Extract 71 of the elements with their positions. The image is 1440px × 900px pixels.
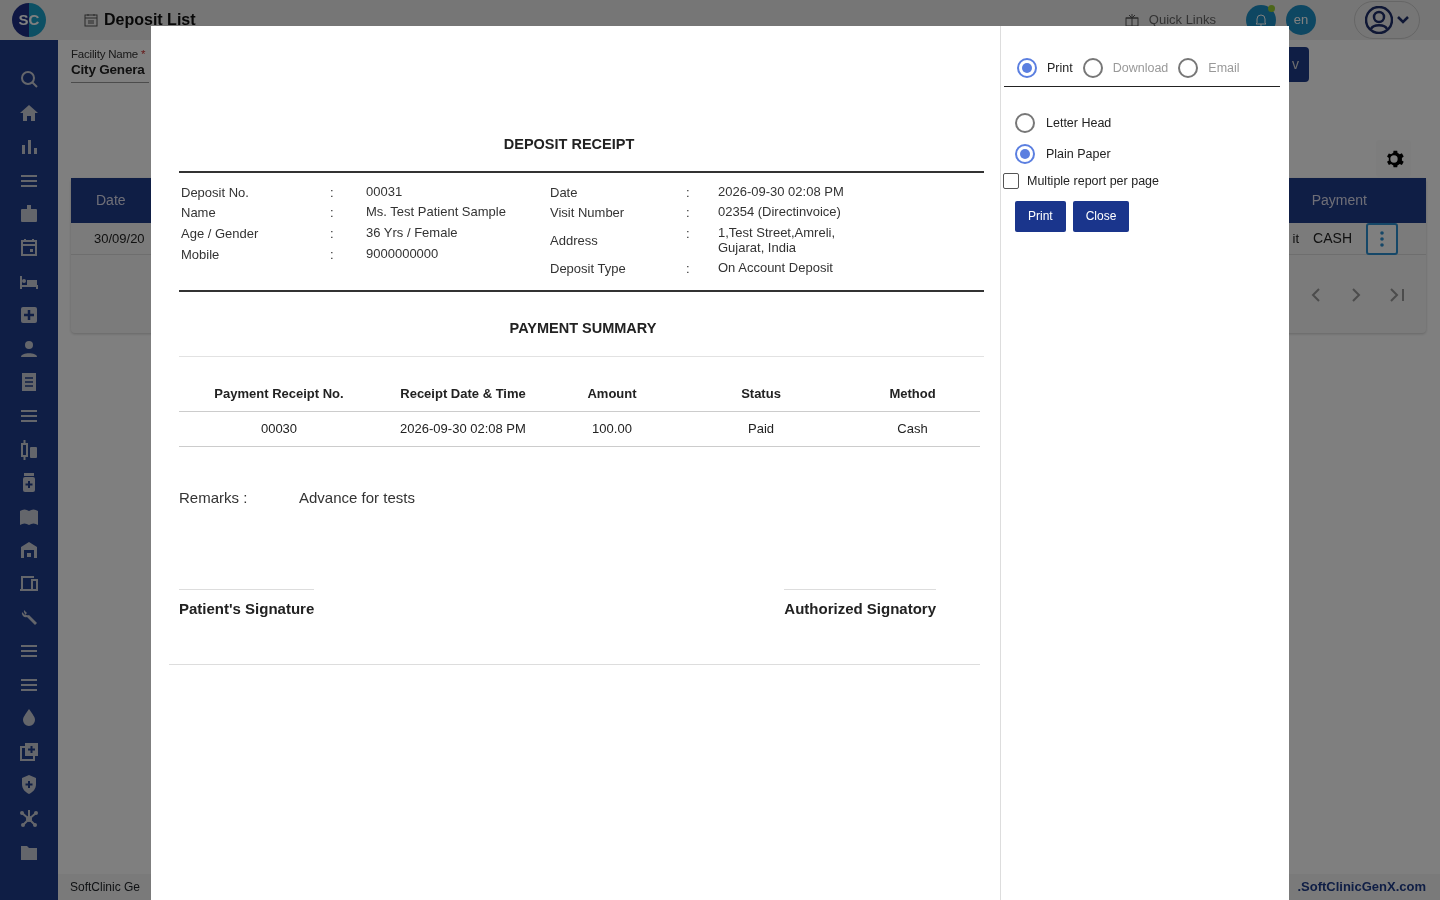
column-header: Receipt Date & Time bbox=[379, 377, 547, 412]
table-cell-text: CASH bbox=[1313, 229, 1352, 249]
field-label: Date bbox=[550, 184, 579, 201]
table-cell-text: it bbox=[1292, 229, 1300, 248]
last-page-icon[interactable] bbox=[1388, 287, 1406, 304]
table-cell-text: 30/09/20 bbox=[94, 229, 145, 248]
separator: : bbox=[330, 184, 335, 201]
logo: SC bbox=[12, 3, 46, 37]
table-cell: 2026-09-30 02:08 PM bbox=[379, 411, 547, 447]
separator: : bbox=[330, 246, 335, 263]
field-value: 1,Test Street,Amreli, Gujarat, India bbox=[718, 225, 837, 256]
footer-link[interactable]: .SoftClinicGenX.com bbox=[1297, 877, 1426, 897]
separator: : bbox=[686, 205, 691, 221]
facility-value[interactable]: City Genera bbox=[71, 63, 149, 79]
table-cell: Cash bbox=[845, 411, 980, 447]
radio-button[interactable] bbox=[1015, 113, 1035, 133]
field-value: 9000000000 bbox=[366, 246, 440, 263]
radio-label[interactable]: Plain Paper bbox=[1046, 144, 1111, 164]
field-label: Name bbox=[181, 205, 217, 221]
signature-label: Authorized Signatory bbox=[784, 589, 936, 621]
radio-button[interactable] bbox=[1015, 144, 1035, 164]
remarks-text: Advance for tests bbox=[299, 487, 415, 508]
field-label: Visit Number bbox=[550, 205, 626, 221]
radio-label[interactable]: Letter Head bbox=[1046, 113, 1112, 133]
field-label: Facility Name * bbox=[71, 47, 147, 62]
radio-label[interactable]: Print bbox=[1047, 58, 1073, 78]
radio-button[interactable] bbox=[1082, 58, 1103, 78]
separator: : bbox=[686, 184, 691, 201]
footer-text: SoftClinic Ge bbox=[70, 879, 141, 896]
separator: : bbox=[330, 205, 335, 221]
column-header: Payment Receipt No. bbox=[179, 377, 379, 412]
field-label: Deposit No. bbox=[181, 184, 250, 201]
column-header: Payment bbox=[1311, 191, 1367, 211]
receipt-title: DEPOSIT RECEIPT bbox=[502, 135, 636, 154]
radio-button[interactable] bbox=[1017, 58, 1037, 78]
remarks-label: Remarks : bbox=[179, 487, 249, 508]
page-title: Deposit List bbox=[104, 10, 196, 30]
separator: : bbox=[330, 225, 335, 242]
table-cell: Paid bbox=[677, 411, 845, 447]
user-avatar-icon bbox=[1365, 6, 1393, 34]
field-label: Deposit Type bbox=[550, 260, 627, 277]
field-value: 00031 bbox=[366, 184, 404, 201]
field-value: On Account Deposit bbox=[718, 260, 834, 277]
dialog-button[interactable]: Print bbox=[1015, 200, 1066, 232]
more-icon bbox=[1380, 230, 1384, 247]
checkbox[interactable] bbox=[1003, 173, 1019, 190]
checkbox-label[interactable]: Multiple report per page bbox=[1027, 172, 1160, 191]
calendar-icon bbox=[84, 13, 98, 27]
field-label: Age / Gender bbox=[181, 225, 260, 242]
field-value: 36 Yrs / Female bbox=[366, 225, 459, 242]
column-header: Status bbox=[677, 377, 845, 412]
chevron-down-icon bbox=[1397, 16, 1409, 24]
signature-label: Patient's Signature bbox=[179, 589, 315, 621]
field-value: 02354 (Directinvoice) bbox=[718, 205, 842, 221]
separator: : bbox=[686, 225, 691, 243]
table-cell: 100.00 bbox=[547, 411, 677, 447]
section-title: PAYMENT SUMMARY bbox=[508, 319, 658, 339]
field-value: Ms. Test Patient Sample bbox=[366, 205, 507, 221]
more-button[interactable] bbox=[1366, 222, 1398, 255]
radio-button[interactable] bbox=[1178, 58, 1199, 78]
dialog-button[interactable]: Close bbox=[1072, 200, 1130, 232]
column-header: Date bbox=[96, 191, 126, 211]
syringe-icon[interactable] bbox=[19, 437, 39, 462]
field-label: Mobile bbox=[181, 246, 221, 263]
field-value: 2026-09-30 02:08 PM bbox=[718, 184, 844, 201]
gift-icon bbox=[1124, 13, 1139, 27]
column-header: Amount bbox=[547, 377, 677, 412]
column-header: Method bbox=[845, 377, 980, 412]
field-label: Address bbox=[550, 233, 599, 249]
table-cell: 00030 bbox=[179, 411, 379, 447]
separator: : bbox=[686, 260, 691, 277]
